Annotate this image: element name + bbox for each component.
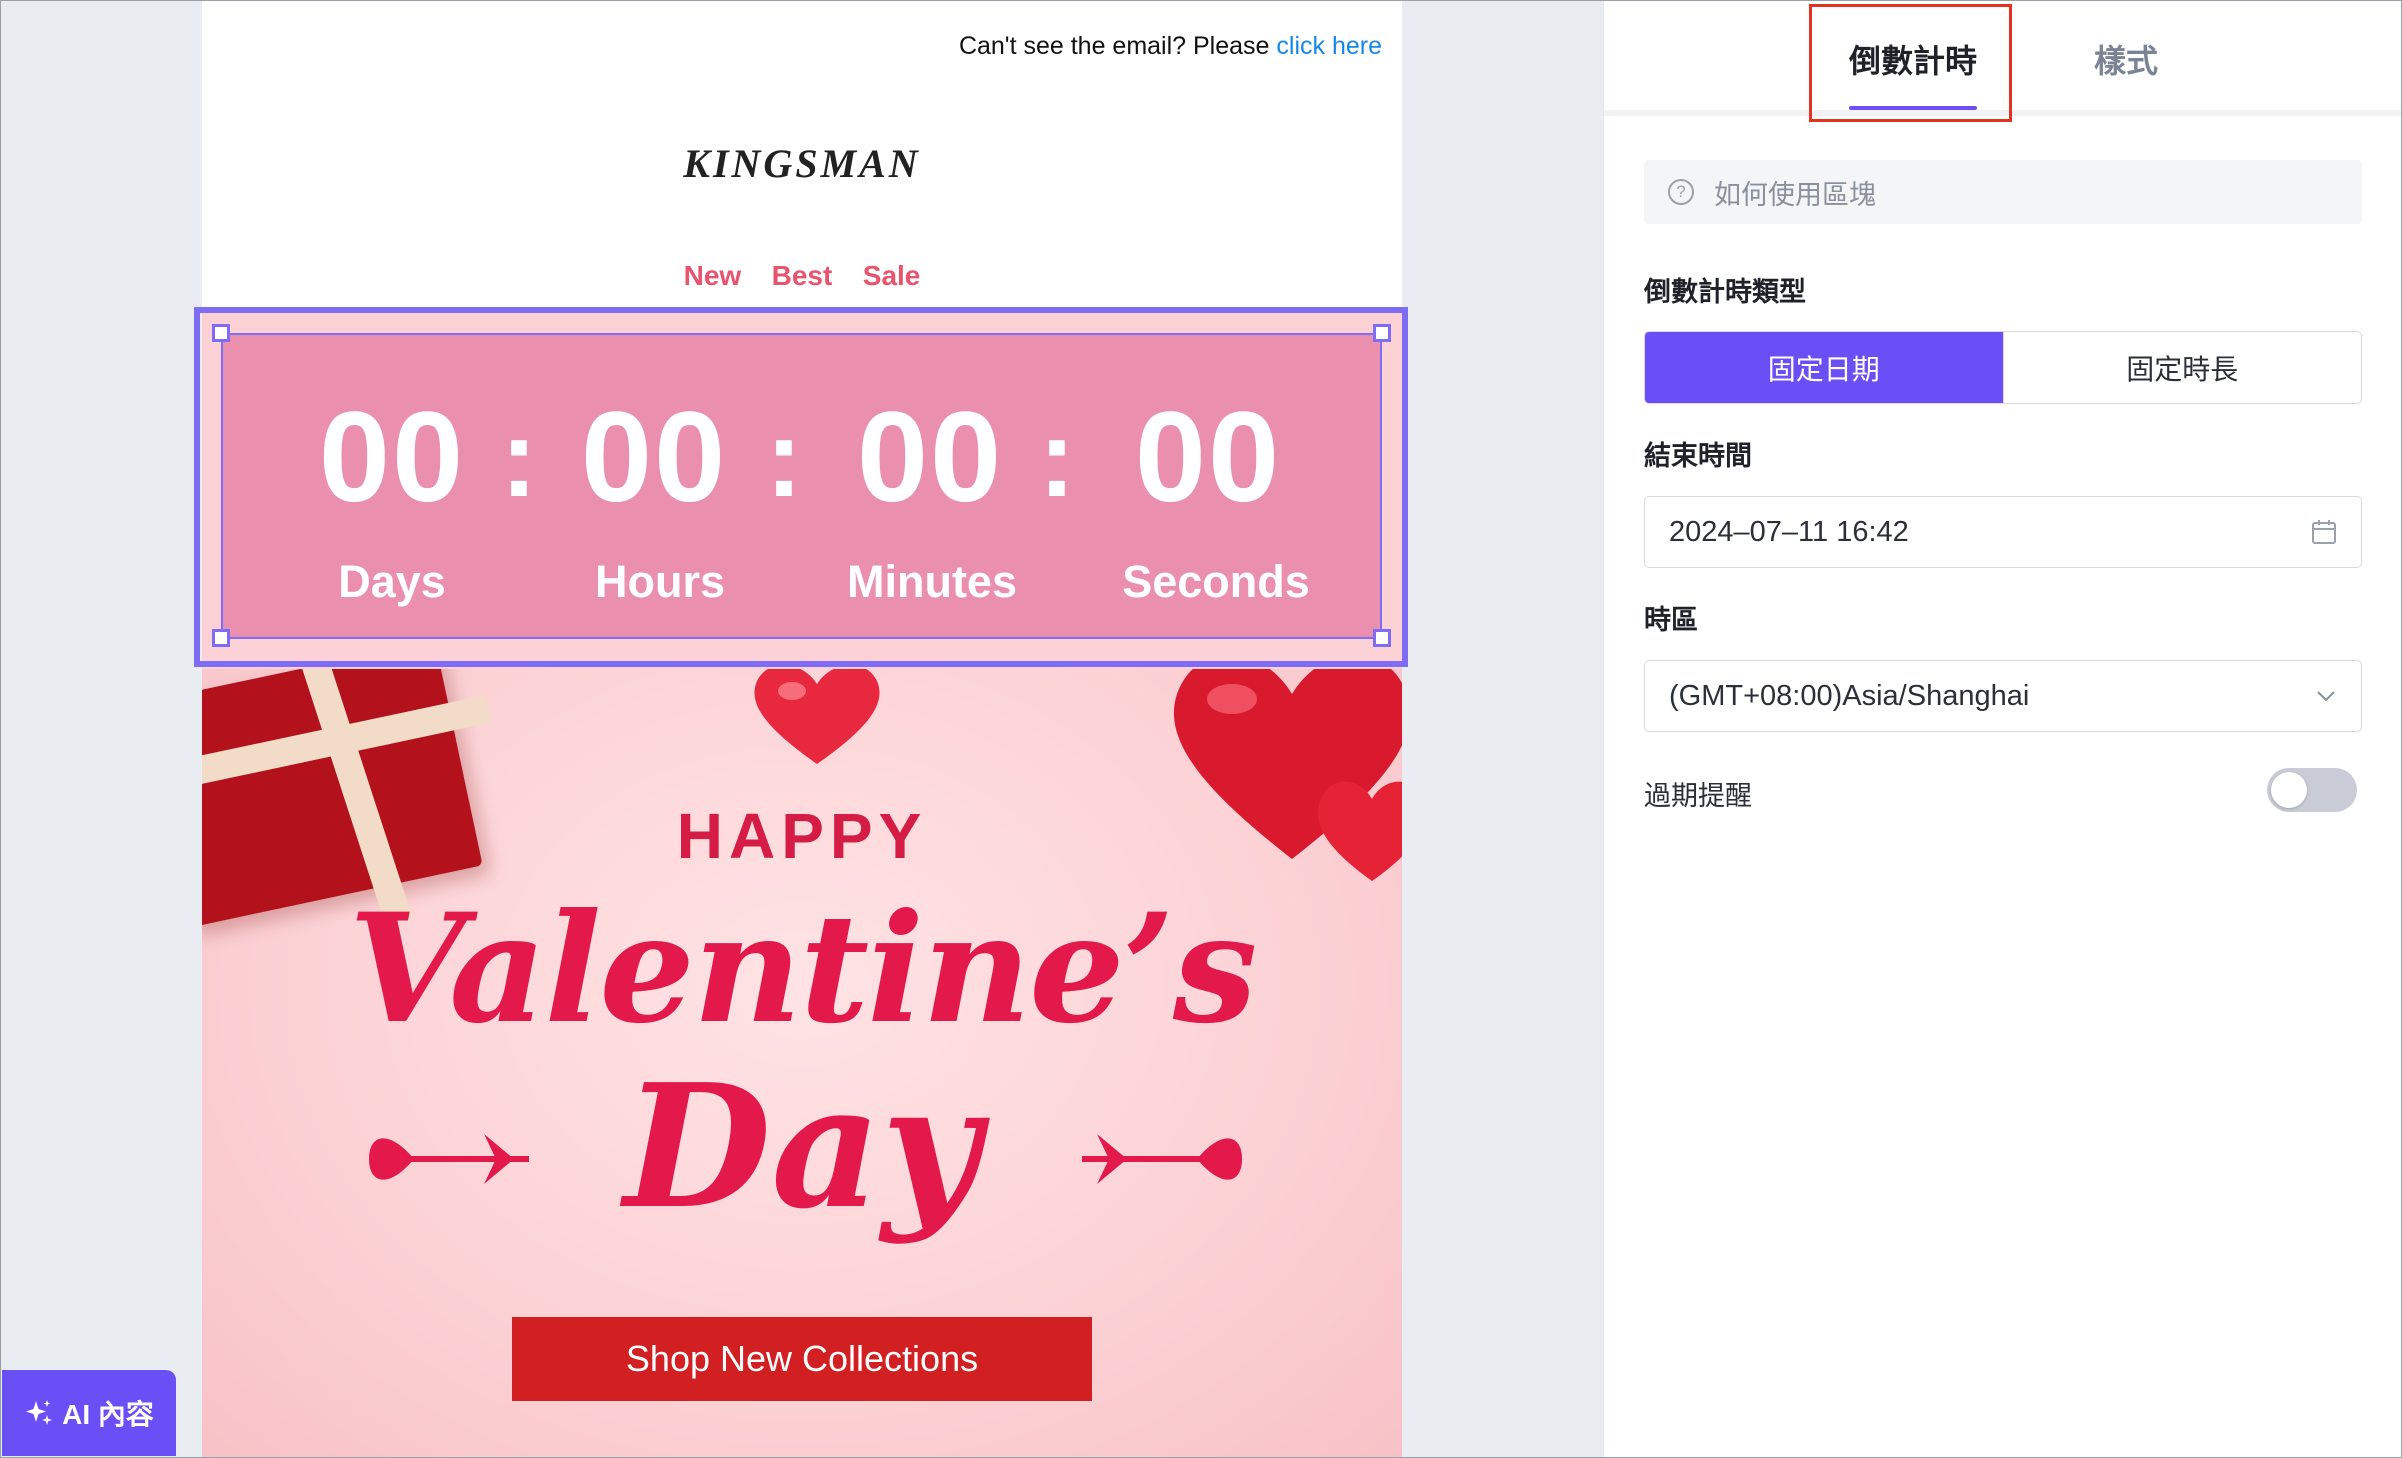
- email-canvas: Can't see the email? Please click here K…: [202, 0, 1402, 1458]
- arrow-heart-right-decoration: [1082, 1134, 1242, 1184]
- countdown-inner: 00 : 00 : 00 : 00 Days Hours Minutes Sec…: [222, 334, 1382, 638]
- timezone-value: (GMT+08:00)Asia/Shanghai: [1669, 679, 2030, 712]
- type-fixed-date-button[interactable]: 固定日期: [1645, 332, 2003, 403]
- countdown-type-segmented: 固定日期 固定時長: [1644, 331, 2362, 404]
- email-nav-sale[interactable]: Sale: [863, 260, 921, 292]
- chevron-down-icon: [2317, 691, 2335, 702]
- timezone-select[interactable]: (GMT+08:00)Asia/Shanghai: [1644, 660, 2362, 732]
- timezone-label: 時區: [1644, 605, 1698, 635]
- shop-new-collections-button[interactable]: Shop New Collections: [512, 1317, 1092, 1401]
- countdown-type-label: 倒數計時類型: [1644, 277, 1806, 307]
- hero-valentines-text: Valentine’s: [348, 881, 1258, 1057]
- countdown-seconds-value: 00: [1134, 386, 1282, 529]
- panel-tabs: 倒數計時 樣式: [1604, 0, 2401, 122]
- email-nav-best[interactable]: Best: [772, 260, 833, 292]
- email-nav: New Best Sale: [202, 260, 1402, 292]
- countdown-minutes-value: 00: [856, 386, 1004, 529]
- preheader-link[interactable]: click here: [1276, 32, 1382, 60]
- heart-icon: [754, 669, 880, 764]
- countdown-days-label: Days: [338, 556, 446, 607]
- brand-logo: KINGSMAN: [683, 141, 921, 186]
- sparkle-icon: [26, 1400, 53, 1425]
- resize-handle-bottom-right[interactable]: [1373, 629, 1391, 647]
- toggle-knob: [2271, 772, 2307, 808]
- type-fixed-duration-button[interactable]: 固定時長: [2002, 332, 2361, 403]
- end-time-picker[interactable]: 2024–07–11 16:42: [1644, 496, 2362, 568]
- properties-panel: 倒數計時 樣式 ? 如何使用區塊 倒數計時類型 固定日期 固定時長 結束時間 2…: [1603, 0, 2401, 1458]
- expiry-reminder-toggle[interactable]: [2267, 768, 2357, 812]
- countdown-separator: :: [500, 397, 538, 520]
- help-link[interactable]: ? 如何使用區塊: [1644, 160, 2362, 224]
- tab-style[interactable]: 樣式: [2094, 36, 2158, 82]
- countdown-minutes-label: Minutes: [846, 556, 1017, 607]
- countdown-hours-value: 00: [580, 386, 728, 529]
- preheader-text: Can't see the email? Please: [958, 32, 1270, 60]
- email-nav-new[interactable]: New: [684, 260, 742, 292]
- arrow-heart-left-decoration: [369, 1134, 529, 1184]
- resize-handle-top-left[interactable]: [212, 324, 230, 342]
- ai-content-label: AI 內容: [62, 1399, 154, 1430]
- resize-handle-top-right[interactable]: [1373, 324, 1391, 342]
- end-time-label: 結束時間: [1644, 441, 1752, 471]
- expiry-reminder-label: 過期提醒: [1644, 781, 1752, 811]
- hero-happy-text: HAPPY: [676, 800, 928, 872]
- valentine-hero-banner: HAPPY Valentine’s Day Shop New Collectio…: [202, 669, 1402, 1458]
- countdown-seconds-label: Seconds: [1122, 556, 1310, 607]
- preheader: Can't see the email? Please click here: [959, 32, 1382, 61]
- countdown-separator: :: [1038, 397, 1076, 520]
- help-link-text: 如何使用區塊: [1714, 179, 1876, 210]
- calendar-icon: [2312, 520, 2336, 544]
- help-circle-icon: ?: [1668, 179, 1694, 205]
- resize-handle-bottom-left[interactable]: [212, 629, 230, 647]
- ai-content-button[interactable]: AI 內容: [2, 1370, 176, 1456]
- countdown-block[interactable]: 00 : 00 : 00 : 00 Days Hours Minutes Sec…: [202, 307, 1402, 669]
- countdown-hours-label: Hours: [594, 556, 725, 607]
- end-time-value: 2024–07–11 16:42: [1669, 515, 1909, 548]
- countdown-days-value: 00: [318, 386, 466, 529]
- tab-highlight-box: [1809, 4, 2012, 122]
- countdown-separator: :: [765, 397, 803, 520]
